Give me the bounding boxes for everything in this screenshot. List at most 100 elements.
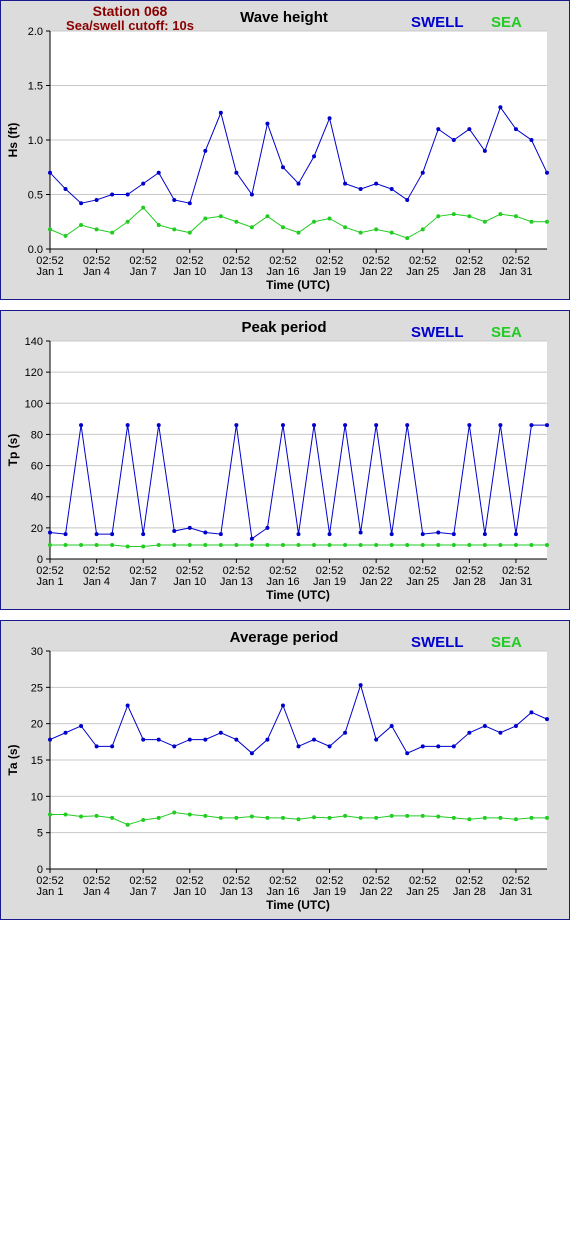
sea-data-point [63, 812, 68, 817]
sea-data-point [218, 542, 223, 547]
sea-data-point [467, 817, 472, 822]
swell-data-point [63, 187, 68, 192]
sea-data-point [513, 542, 518, 547]
sea-data-point [48, 227, 52, 232]
swell-data-point [265, 737, 270, 742]
sea-data-point [296, 542, 301, 547]
swell-data-point [451, 138, 456, 142]
swell-data-point [48, 737, 52, 742]
swell-data-point [436, 530, 441, 535]
swell-data-point [203, 148, 208, 153]
swell-data-point [420, 170, 425, 175]
swell-data-point [436, 744, 441, 749]
swell-data-point [389, 723, 394, 728]
sea-data-point [467, 214, 472, 219]
y-tick-label: 20 [31, 719, 43, 731]
sea-data-point [280, 542, 285, 547]
swell-data-point [234, 170, 239, 175]
sea-data-point [389, 542, 394, 547]
sea-data-point [327, 216, 332, 221]
sea-data-point [234, 219, 239, 224]
x-tick-date-label: Jan 22 [360, 576, 393, 588]
swell-data-point [110, 532, 115, 537]
swell-data-point [110, 744, 115, 749]
swell-data-point [125, 423, 130, 428]
sea-data-point [249, 814, 254, 819]
y-tick-label: 1.5 [28, 81, 43, 93]
swell-data-point [79, 723, 84, 728]
sea-data-point [529, 219, 534, 224]
x-tick-date-label: Jan 31 [499, 886, 532, 898]
swell-data-point [156, 737, 161, 742]
sea-data-point [545, 219, 549, 224]
swell-data-point [545, 717, 549, 722]
swell-data-point [141, 181, 146, 186]
sea-data-point [63, 233, 68, 238]
swell-data-point [312, 423, 317, 428]
y-tick-label: 120 [25, 367, 43, 379]
swell-data-point [156, 423, 161, 428]
x-tick-date-label: Jan 19 [313, 886, 346, 898]
swell-data-point [358, 187, 363, 192]
y-tick-label: 5 [37, 828, 43, 840]
swell-data-point [187, 201, 192, 206]
x-axis-label: Time (UTC) [266, 588, 330, 602]
legend-sea: SEA [491, 634, 522, 651]
sea-data-point [265, 214, 270, 219]
x-tick-date-label: Jan 25 [406, 886, 439, 898]
swell-data-point [218, 110, 223, 115]
swell-data-point [513, 723, 518, 728]
y-tick-label: 40 [31, 492, 43, 504]
sea-data-point [436, 214, 441, 219]
sea-data-point [327, 815, 332, 820]
swell-data-point [94, 532, 99, 537]
swell-data-point [234, 423, 239, 428]
swell-data-point [280, 703, 285, 708]
y-tick-label: 60 [31, 461, 43, 473]
swell-data-point [94, 744, 99, 749]
swell-data-point [405, 423, 410, 428]
x-tick-date-label: Jan 22 [360, 266, 393, 278]
x-tick-date-label: Jan 1 [37, 576, 64, 588]
swell-data-point [358, 530, 363, 535]
x-tick-date-label: Jan 16 [266, 886, 299, 898]
average-period-panel: 0 5 10 15 20 25 30 02:52 Jan 1 02:52 Jan 4 02:52 Jan… [0, 620, 570, 920]
y-tick-label: 25 [31, 682, 43, 694]
swell-data-point [48, 170, 52, 175]
sea-data-point [327, 542, 332, 547]
sea-data-point [343, 542, 348, 547]
swell-data-point [218, 532, 223, 537]
x-tick-date-label: Jan 19 [313, 266, 346, 278]
x-tick-date-label: Jan 1 [37, 266, 64, 278]
swell-data-point [545, 170, 549, 175]
wave-height-chart: 0.00.51.01.52.002:52Jan 102:52Jan 402:52… [6, 3, 549, 292]
swell-data-point [172, 197, 177, 202]
sea-data-point [498, 815, 503, 820]
swell-data-point [513, 127, 518, 132]
sea-data-point [234, 815, 239, 820]
sea-data-point [451, 815, 456, 820]
sea-data-point [79, 542, 84, 547]
sea-data-point [141, 205, 146, 210]
swell-data-point [203, 737, 208, 742]
legend-swell: SWELL [411, 324, 464, 341]
sea-data-point [420, 227, 425, 232]
swell-data-point [405, 197, 410, 202]
y-tick-label: 15 [31, 755, 43, 767]
sea-data-point [312, 542, 317, 547]
swell-data-point [529, 710, 534, 715]
sea-data-point [172, 227, 177, 232]
sea-data-point [125, 219, 130, 224]
sea-data-point [296, 230, 301, 235]
swell-data-point [187, 737, 192, 742]
x-tick-date-label: Jan 4 [83, 886, 110, 898]
sea-data-point [451, 542, 456, 547]
swell-data-point [482, 148, 487, 153]
chart-title: Peak period [241, 319, 326, 336]
x-axis-label: Time (UTC) [266, 278, 330, 292]
cutoff-label: Sea/swell cutoff: 10s [66, 18, 194, 33]
sea-data-point [94, 542, 99, 547]
sea-data-point [249, 542, 254, 547]
swell-data-point [529, 138, 534, 142]
sea-data-point [545, 542, 549, 547]
